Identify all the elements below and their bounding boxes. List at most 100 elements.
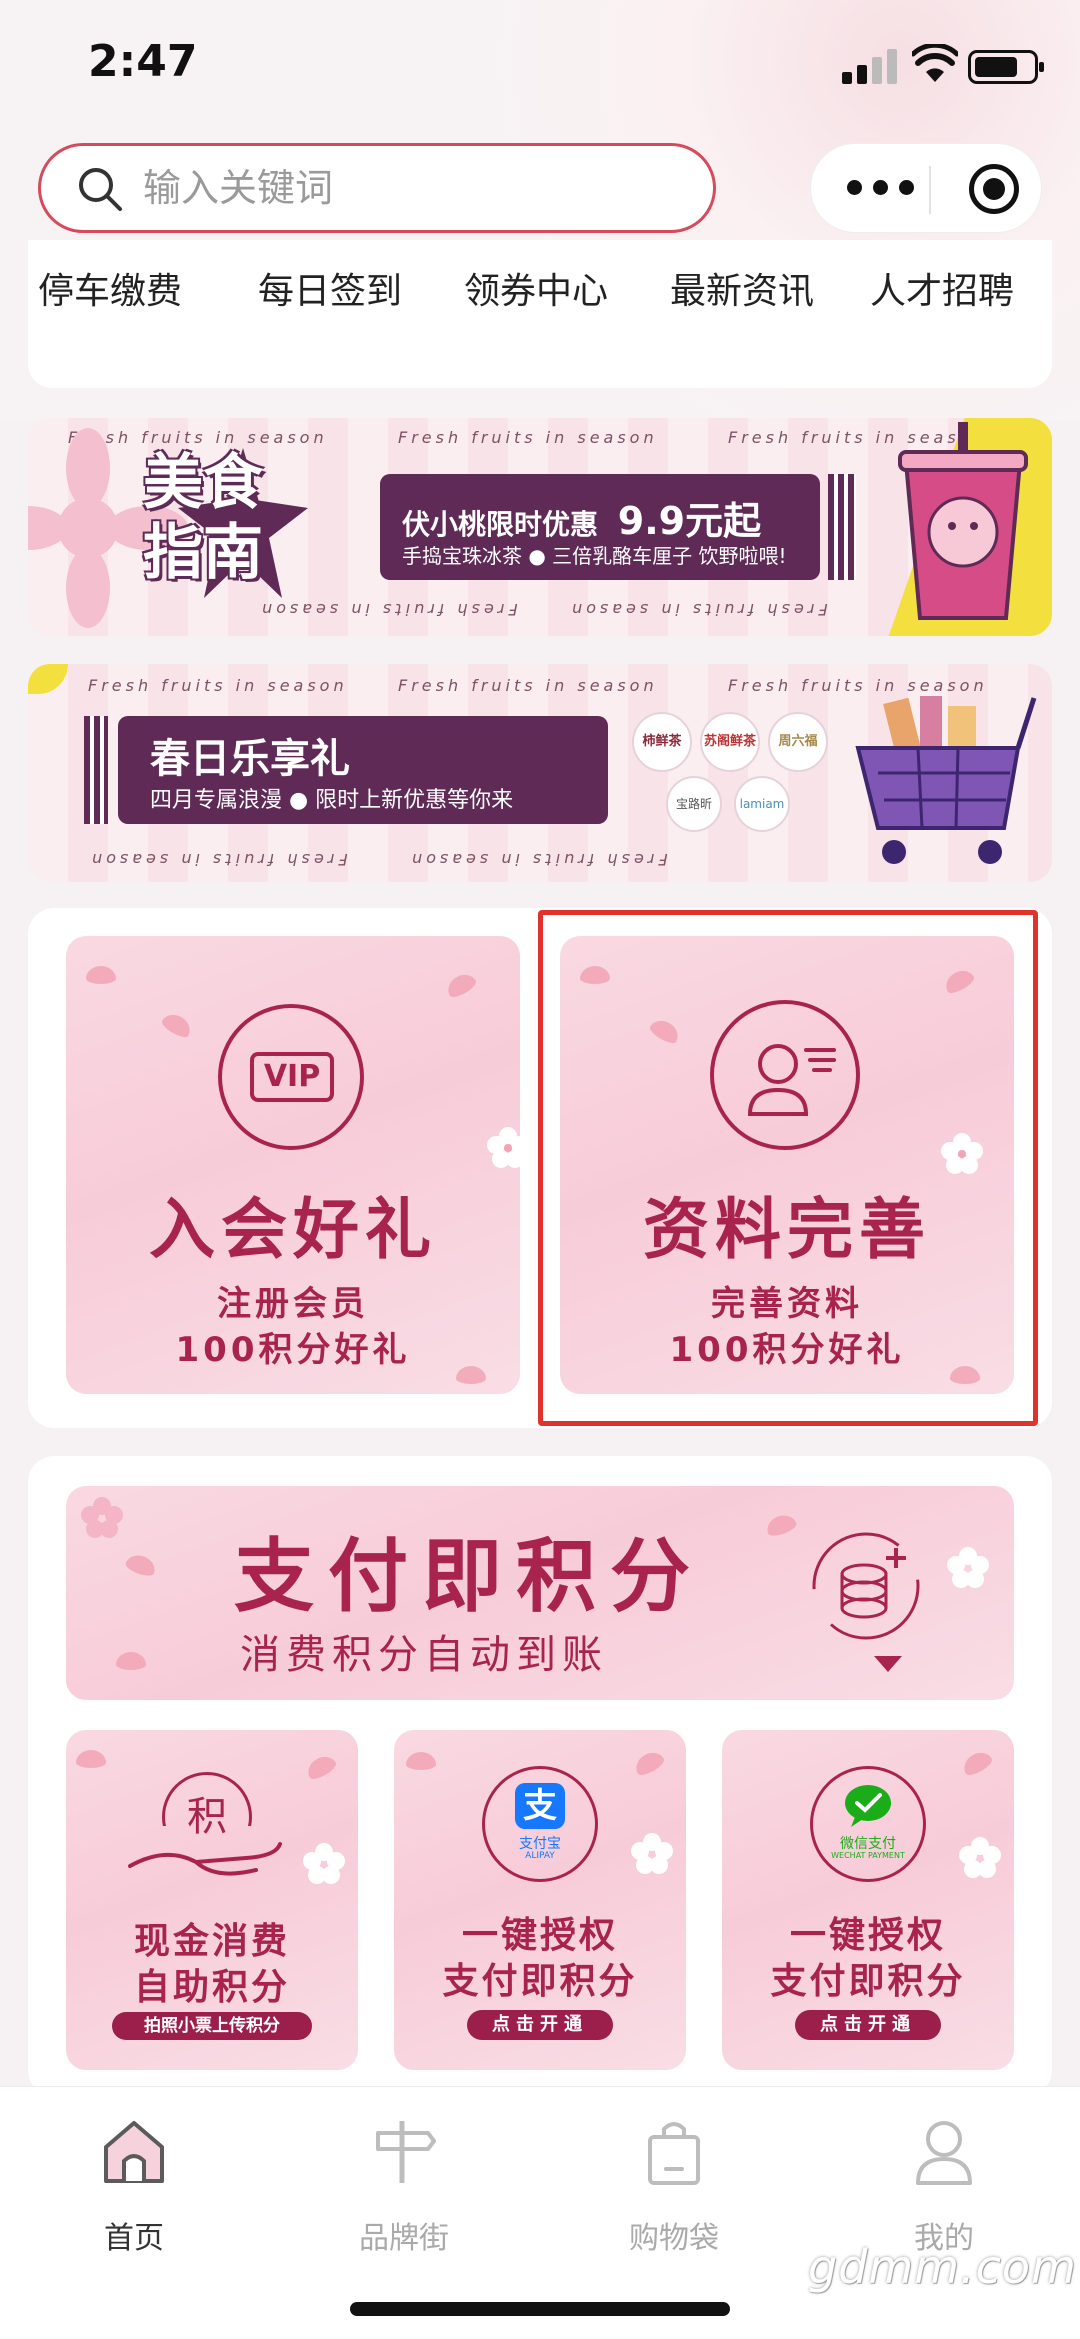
spring-subtitle: 四月专属浪漫 ● 限时上新优惠等你来 <box>150 788 514 813</box>
petal-decoration <box>123 1551 159 1579</box>
blossom-decoration <box>81 1497 123 1538</box>
home-icon <box>104 2121 164 2183</box>
alipay-activate-button[interactable]: 点击开通 <box>467 2010 613 2040</box>
quick-nav-jobs[interactable]: 人才招聘 <box>870 262 1014 314</box>
wechat-pay-caption-en: WECHAT PAYMENT <box>831 1851 905 1860</box>
stamp-line: 美食 <box>143 448 263 518</box>
petal-decoration <box>443 969 479 1001</box>
coins-icon <box>812 1532 920 1640</box>
card-subtitle: 注册会员 <box>217 1284 369 1324</box>
cash-points-card[interactable]: 积 现金消费 自助积分 拍照小票上传积分 <box>66 1730 358 2070</box>
card-subtitle: 100积分好礼 <box>175 1330 411 1370</box>
wechat-points-card[interactable]: 微信支付 WECHAT PAYMENT 一键授权 支付即积分 点击开通 <box>722 1730 1014 2070</box>
cellular-signal-icon <box>842 48 898 84</box>
more-icon[interactable] <box>847 180 917 198</box>
close-miniprogram-icon[interactable] <box>969 164 1019 214</box>
search-input[interactable] <box>143 160 683 216</box>
petal-decoration <box>159 1009 195 1041</box>
promo-title: 伏小桃限时优惠 <box>402 508 599 541</box>
signpost-icon <box>376 2121 436 2183</box>
brand-logo: 柿鲜茶 <box>632 712 692 772</box>
blossom-decoration <box>487 1127 520 1168</box>
search-icon <box>79 168 122 211</box>
petal-decoration <box>406 1752 436 1770</box>
card-title: 一键授权 <box>461 1915 618 1956</box>
vip-icon: VIP <box>250 1052 334 1102</box>
card-title: 自助积分 <box>133 1967 290 2008</box>
banner-tagline: Fresh fruits in season <box>568 600 828 619</box>
tab-label: 购物袋 <box>629 2221 719 2256</box>
vip-icon-ring: VIP <box>218 1004 364 1150</box>
petal-decoration <box>303 1751 339 1783</box>
alipay-points-card[interactable]: 支 支付宝 ALIPAY 一键授权 支付即积分 点击开通 <box>394 1730 686 2070</box>
blossom-decoration <box>631 1833 673 1874</box>
mini-program-capsule <box>810 143 1042 233</box>
spring-title: 春日乐享礼 <box>150 736 350 782</box>
tab-label: 首页 <box>104 2221 164 2256</box>
home-indicator[interactable] <box>350 2302 730 2316</box>
shopping-cart-illustration <box>855 696 1037 864</box>
pay-banner-title: 支付即积分 <box>234 1530 704 1623</box>
promo-price: 9.9元起 <box>617 499 762 543</box>
tab-label: 品牌街 <box>359 2221 449 2256</box>
banner-tagline: Fresh fruits in season <box>88 850 348 869</box>
user-icon <box>916 2121 972 2185</box>
wechat-pay-icon <box>845 1785 891 1827</box>
drink-cup-illustration <box>898 422 1028 620</box>
promo-subtitle: 手捣宝珠冰茶 ● 三倍乳酪车厘子 饮野啦喂! <box>402 544 787 568</box>
brand-logo: lamiam <box>734 776 790 832</box>
quick-nav-checkin[interactable]: 每日签到 <box>258 262 402 314</box>
banner-tagline: Fresh fruits in season <box>398 428 658 447</box>
card-title: 入会好礼 <box>149 1191 437 1268</box>
promo-box: 伏小桃限时优惠 9.9元起 手捣宝珠冰茶 ● 三倍乳酪车厘子 饮野啦喂! <box>380 474 820 580</box>
join-member-card[interactable]: VIP 入会好礼 注册会员 100积分好礼 <box>66 936 520 1394</box>
status-time: 2:47 <box>88 36 198 87</box>
points-icon: 积 <box>187 1794 227 1840</box>
spring-gift-banner[interactable]: Fresh fruits in season Fresh fruits in s… <box>28 664 1052 882</box>
watermark: gdmm.com <box>808 2240 1077 2294</box>
banner-tagline: Fresh fruits in season <box>398 676 658 695</box>
stripe-decoration <box>828 474 856 580</box>
wechat-activate-button[interactable]: 点击开通 <box>795 2010 941 2040</box>
hand-icon <box>128 1842 282 1876</box>
quick-nav: 停车缴费 每日签到 领券中心 最新资讯 人才招聘 <box>28 240 1052 388</box>
brand-logo: 苏阁鲜茶 <box>700 712 760 772</box>
food-guide-stamp: 美食 指南 <box>98 448 308 608</box>
blossom-decoration <box>303 1843 345 1884</box>
pay-points-banner[interactable]: 支付即积分 消费积分自动到账 <box>66 1486 1014 1700</box>
brand-logo: 周六福 <box>768 712 828 772</box>
shopping-bag-icon <box>648 2122 700 2185</box>
chevron-down-icon <box>874 1656 902 1672</box>
card-title: 支付即积分 <box>770 1961 966 2002</box>
quick-nav-coupons[interactable]: 领券中心 <box>464 262 608 314</box>
tab-brand-street[interactable]: 品牌街 <box>324 2117 484 2267</box>
card-title: 支付即积分 <box>442 1961 638 2002</box>
alipay-caption: 支付宝 <box>519 1836 561 1852</box>
petal-decoration <box>959 1747 995 1779</box>
stamp-line: 指南 <box>143 518 263 588</box>
tab-shopping-bag[interactable]: 购物袋 <box>594 2117 754 2267</box>
tab-home[interactable]: 首页 <box>54 2117 214 2267</box>
capsule-divider <box>929 166 931 214</box>
status-bar: 2:47 <box>0 0 1080 130</box>
alipay-icon: 支 <box>515 1783 565 1829</box>
spring-box: 春日乐享礼 四月专属浪漫 ● 限时上新优惠等你来 <box>118 716 608 824</box>
food-guide-banner[interactable]: Fresh fruits in season Fresh fruits in s… <box>28 418 1052 636</box>
stripe-decoration <box>84 716 108 824</box>
wechat-pay-icon-ring: 微信支付 WECHAT PAYMENT <box>810 1766 926 1882</box>
quick-nav-news[interactable]: 最新资讯 <box>670 262 814 314</box>
petal-decoration <box>116 1652 146 1670</box>
alipay-caption-en: ALIPAY <box>525 1851 555 1861</box>
search-bar[interactable] <box>38 143 716 233</box>
alipay-icon-ring: 支 支付宝 ALIPAY <box>482 1766 598 1882</box>
blossom-decoration <box>959 1837 1001 1878</box>
leaf-decoration <box>28 664 68 694</box>
battery-icon <box>968 50 1044 84</box>
card-title: 现金消费 <box>133 1921 290 1962</box>
blossom-decoration <box>947 1547 989 1588</box>
wechat-pay-caption: 微信支付 <box>840 1836 896 1852</box>
upload-receipt-button[interactable]: 拍照小票上传积分 <box>112 2012 312 2040</box>
petal-decoration <box>76 1750 106 1768</box>
petal-decoration <box>631 1747 667 1779</box>
quick-nav-parking[interactable]: 停车缴费 <box>38 262 182 314</box>
